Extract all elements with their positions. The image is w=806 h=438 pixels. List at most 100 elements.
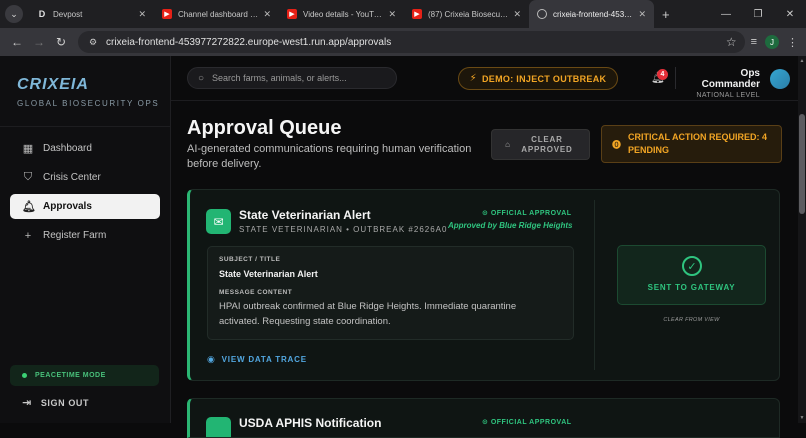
scroll-up-icon[interactable]: ▲: [798, 58, 806, 64]
approval-card: ✉ State Veterinarian Alert STATE VETERIN…: [187, 189, 780, 381]
page-scrollbar[interactable]: ▲ ▼: [798, 56, 806, 423]
close-icon[interactable]: ✕: [263, 9, 271, 20]
tab-title: Devpost: [53, 9, 83, 19]
page-description: AI-generated communications requiring hu…: [187, 143, 472, 170]
notification-count-badge: 4: [657, 69, 668, 80]
sign-out-button[interactable]: ⇥ SIGN OUT: [22, 396, 89, 409]
grid-icon: ▦: [22, 143, 34, 155]
media-controls-icon[interactable]: ≡: [751, 36, 757, 48]
new-tab-icon[interactable]: +: [662, 7, 670, 22]
browser-tab[interactable]: ▶ (87) Crixeia Biosecurity ✕: [404, 0, 529, 28]
shield-icon: ⛉: [23, 171, 33, 183]
sidebar-item-register-farm[interactable]: + Register Farm: [10, 223, 160, 248]
clear-from-view-link[interactable]: CLEAR FROM VIEW: [617, 317, 766, 323]
scrollbar-thumb[interactable]: [799, 114, 805, 214]
sidebar-nav: ▦ Dashboard ⛉ Crisis Center 🔔︎ Approvals…: [10, 136, 160, 252]
subject-label: SUBJECT / TITLE: [219, 256, 281, 263]
tab-title: crixeia-frontend-453977: [553, 9, 635, 19]
close-icon[interactable]: ✕: [388, 9, 396, 20]
globe-icon: [537, 9, 547, 19]
youtube-icon: ▶: [412, 9, 422, 19]
divider: [0, 126, 170, 127]
tab-title: Channel dashboard - YouTube: [178, 9, 260, 19]
close-window-icon[interactable]: ✕: [774, 9, 806, 20]
browser-tab[interactable]: ▶ Channel dashboard - YouTube ✕: [154, 0, 279, 28]
demo-button-label: DEMO: INJECT OUTBREAK: [482, 73, 607, 84]
minimize-icon[interactable]: —: [710, 9, 742, 20]
search-icon: ○: [198, 72, 205, 84]
top-bar: ○ ⚡ DEMO: INJECT OUTBREAK 🔔︎ 4 Ops Comma…: [171, 56, 806, 101]
search-input[interactable]: [212, 73, 383, 83]
reload-icon[interactable]: ↻: [50, 35, 72, 49]
sidebar-item-label: Dashboard: [43, 143, 92, 154]
search-box[interactable]: ○: [187, 67, 397, 89]
user-name: Ops Commander: [701, 68, 760, 90]
critical-action-banner: ⓿ CRITICAL ACTION REQUIRED: 4 PENDING: [601, 125, 782, 163]
view-data-trace-link[interactable]: ◉ VIEW DATA TRACE: [207, 354, 307, 365]
main-content: ○ ⚡ DEMO: INJECT OUTBREAK 🔔︎ 4 Ops Comma…: [171, 56, 806, 438]
browser-tab[interactable]: ▶ Video details - YouTube Studio ✕: [279, 0, 404, 28]
youtube-icon: ▶: [162, 9, 172, 19]
check-circle-icon: ✓: [682, 256, 702, 276]
clear-approved-button[interactable]: ⌂ CLEAR APPROVED: [491, 129, 590, 160]
trace-label: VIEW DATA TRACE: [221, 355, 307, 364]
back-icon[interactable]: ←: [6, 35, 28, 49]
approved-by-text: Approved by Blue Ridge Heights: [448, 221, 573, 230]
logout-icon: ⇥: [22, 397, 32, 409]
mail-icon: [206, 417, 231, 437]
user-info[interactable]: Ops Commander NATIONAL LEVEL: [684, 68, 760, 99]
brand-logo-text[interactable]: CRIXEIA: [17, 76, 170, 94]
browser-tab-bar: ⌄ D Devpost ✕ ▶ Channel dashboard - YouT…: [0, 0, 806, 28]
sidebar-item-dashboard[interactable]: ▦ Dashboard: [10, 136, 160, 161]
avatar[interactable]: [770, 69, 790, 89]
divider: [675, 67, 676, 89]
scroll-down-icon[interactable]: ▼: [798, 415, 806, 421]
sidebar-item-crisis-center[interactable]: ⛉ Crisis Center: [10, 165, 160, 190]
mail-icon: ✉: [206, 209, 231, 234]
profile-avatar[interactable]: J: [765, 35, 779, 49]
restore-icon[interactable]: ❐: [742, 9, 774, 20]
app-root: CRIXEIA GLOBAL BIOSECURITY OPS ▦ Dashboa…: [0, 56, 806, 438]
tab-search-icon[interactable]: ⌄: [5, 5, 23, 23]
window-controls: — ❐ ✕: [710, 0, 806, 28]
sidebar: CRIXEIA GLOBAL BIOSECURITY OPS ▦ Dashboa…: [0, 56, 171, 423]
mode-label: PEACETIME MODE: [35, 372, 106, 379]
gateway-status-label: SENT TO GATEWAY: [647, 283, 736, 292]
close-icon[interactable]: ✕: [638, 9, 646, 20]
browser-tab-active[interactable]: crixeia-frontend-453977 ✕: [529, 0, 654, 28]
message-box: SUBJECT / TITLE State Veterinarian Alert…: [207, 246, 574, 340]
brand: CRIXEIA GLOBAL BIOSECURITY OPS: [0, 56, 170, 108]
message-content: HPAI outbreak confirmed at Blue Ridge He…: [219, 301, 517, 327]
user-role: NATIONAL LEVEL: [696, 92, 760, 99]
sidebar-item-label: Approvals: [43, 201, 92, 212]
close-icon[interactable]: ✕: [138, 9, 146, 20]
sidebar-item-label: Register Farm: [43, 230, 107, 241]
tab-title: Video details - YouTube Studio: [303, 9, 385, 19]
subject-value: State Veterinarian Alert: [219, 269, 318, 279]
critical-action-text: CRITICAL ACTION REQUIRED: 4 PENDING: [628, 132, 768, 155]
browser-tab[interactable]: D Devpost ✕: [29, 0, 154, 28]
inject-outbreak-button[interactable]: ⚡ DEMO: INJECT OUTBREAK: [458, 67, 618, 90]
youtube-icon: ▶: [287, 9, 297, 19]
official-approval-badge: ⊙ OFFICIAL APPROVAL: [482, 418, 572, 426]
close-icon[interactable]: ✕: [513, 9, 521, 20]
address-bar[interactable]: ⚙ crixeia-frontend-453977272822.europe-w…: [78, 31, 745, 53]
url-text[interactable]: crixeia-frontend-453977272822.europe-wes…: [106, 37, 726, 48]
warning-icon: ⓿: [612, 139, 622, 150]
card-title: USDA APHIS Notification: [239, 416, 382, 430]
home-icon: ⌂: [505, 140, 510, 149]
lightning-icon: ⚡: [469, 73, 477, 84]
devpost-icon: D: [38, 9, 46, 19]
menu-dots-icon[interactable]: ⋮: [787, 36, 798, 49]
site-info-icon[interactable]: ⚙: [86, 35, 100, 49]
content-label: MESSAGE CONTENT: [219, 289, 293, 296]
bookmark-star-icon[interactable]: ☆: [726, 35, 737, 49]
page-title: Approval Queue: [187, 117, 342, 139]
check-circle-icon: ⊙: [482, 210, 489, 217]
sidebar-item-approvals[interactable]: 🔔︎ Approvals: [10, 194, 160, 219]
card-subtitle: STATE VETERINARIAN • OUTBREAK #2626A0: [239, 225, 448, 234]
browser-toolbar: ← → ↻ ⚙ crixeia-frontend-453977272822.eu…: [0, 28, 806, 56]
forward-icon[interactable]: →: [28, 35, 50, 49]
divider: [594, 200, 595, 370]
clear-approved-label: CLEAR APPROVED: [521, 134, 573, 154]
